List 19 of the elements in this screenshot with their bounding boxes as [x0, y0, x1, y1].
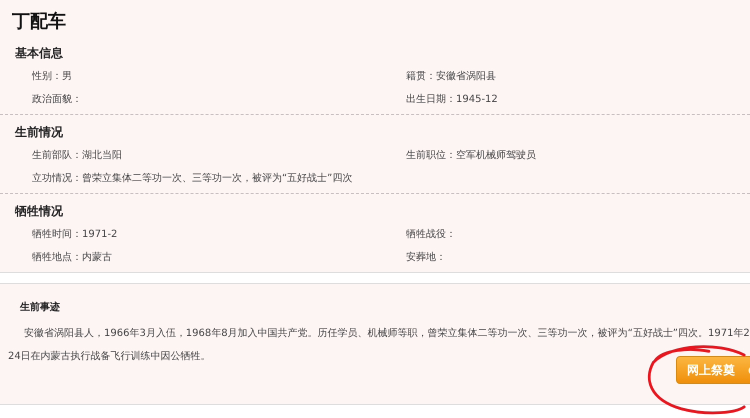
page-title: 丁配车 — [12, 10, 67, 34]
section-heading: 生前事迹 — [18, 300, 61, 315]
biography-text: 安徽省涡阳县人，1966年3月入伍，1968年8月加入中国共产党。历任学员、机械师等职，曾荣立集体二等功一次、三等功一次，被评为“五好战士”四次。1971年2 — [23, 326, 750, 341]
section-heading: 基本信息 — [15, 45, 64, 62]
info-field: 生前部队：湖北当阳 — [32, 148, 406, 162]
info-field: 安葬地： — [406, 250, 750, 264]
info-field: 出生日期：1945-12 — [406, 92, 750, 106]
biography-text: 24日在内蒙古执行战备飞行训练中因公牺牲。 — [8, 350, 211, 364]
section-heading: 牺牲情况 — [15, 203, 64, 220]
info-field: 牺牲时间：1971-2 — [32, 226, 406, 240]
info-field: 牺牲地点：内蒙古 — [32, 250, 406, 264]
info-field: 籍贯：安徽省涡阳县 — [406, 68, 750, 82]
info-field: 生前职位：空军机械师驾驶员 — [406, 148, 750, 162]
info-field: 牺牲战役： — [406, 226, 750, 240]
memorial-button[interactable]: 网上祭奠 — [676, 356, 750, 384]
info-field: 政治面貌： — [32, 92, 406, 106]
info-field: 性别：男 — [32, 68, 406, 82]
section-heading: 生前情况 — [15, 124, 64, 141]
info-field: 立功情况：曾荣立集体二等功一次、三等功一次，被评为“五好战士”四次 — [32, 170, 406, 184]
